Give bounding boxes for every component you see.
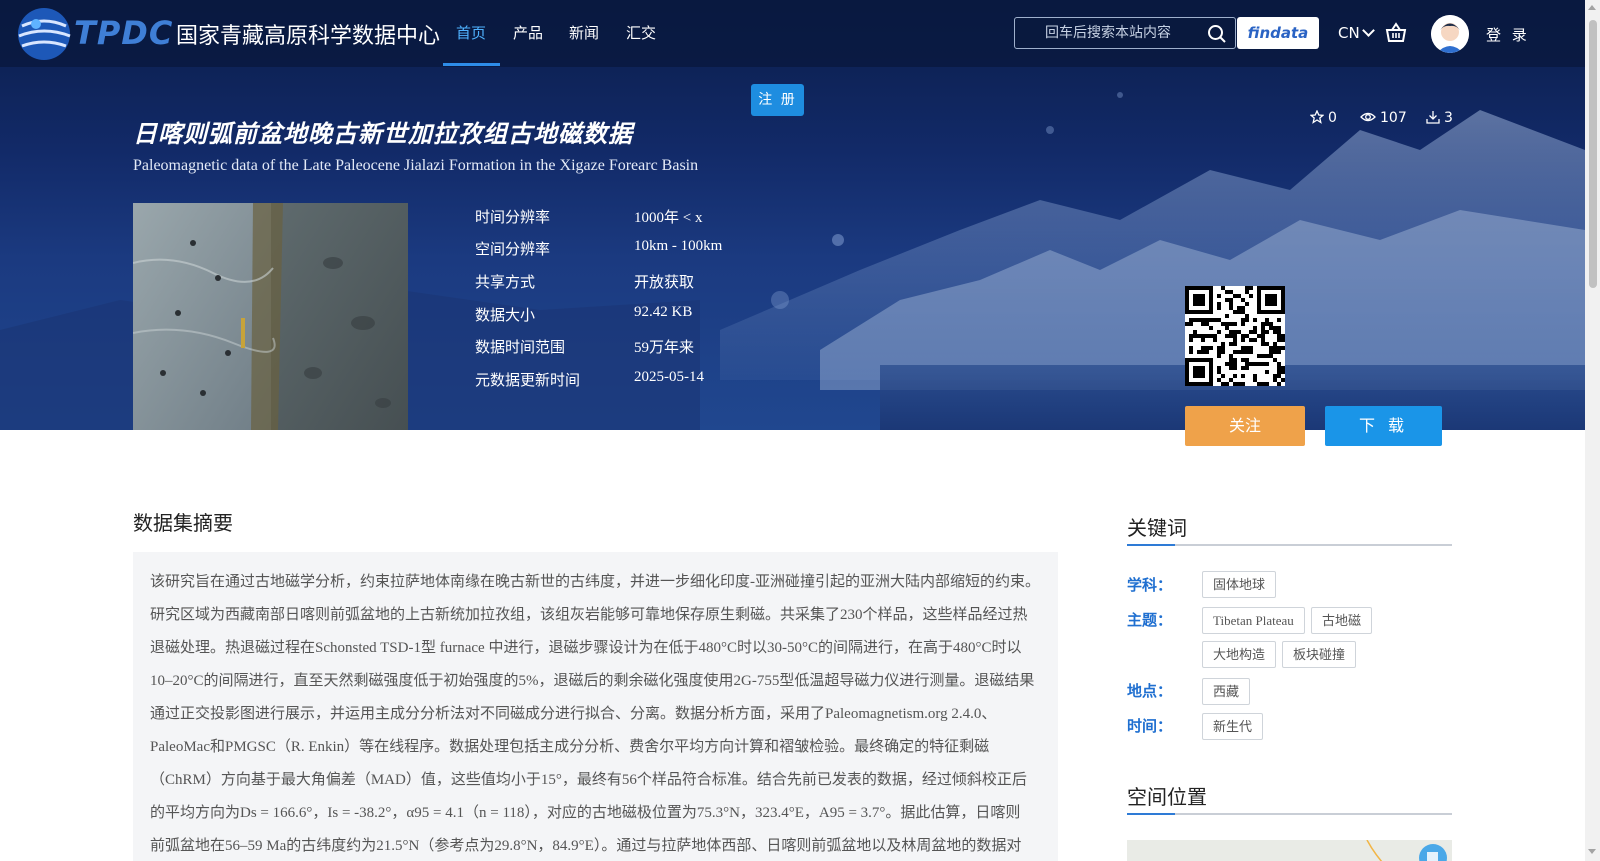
- cart-icon[interactable]: [1385, 22, 1407, 44]
- search-box: [1014, 17, 1236, 49]
- globe-logo-icon[interactable]: [14, 4, 74, 64]
- nav-submit[interactable]: 汇交: [626, 22, 656, 43]
- keyword-tag[interactable]: 古地磁: [1311, 607, 1373, 634]
- abstract-line: PaleoMac和PMGSC（R. Enkin）等在线程序。数据处理包括主成分分…: [150, 739, 990, 755]
- download-button[interactable]: 下 载: [1325, 406, 1442, 446]
- rock-photo-image: [133, 203, 408, 430]
- search-icon[interactable]: [1207, 24, 1227, 44]
- keyword-label-theme: 主题：: [1127, 611, 1173, 629]
- meta-label-time-range: 数据时间范围: [475, 338, 566, 356]
- login-link[interactable]: 登 录: [1486, 24, 1530, 45]
- favorite-count[interactable]: 0: [1309, 109, 1337, 126]
- view-count: 107: [1360, 110, 1407, 126]
- findata-button[interactable]: findata: [1237, 17, 1319, 49]
- view-count-value: 107: [1380, 110, 1407, 126]
- meta-value-data-size: 92.42 KB: [634, 304, 693, 320]
- nav-active-indicator: [443, 63, 500, 66]
- meta-value-update-time: 2025-05-14: [634, 369, 704, 385]
- meta-value-spatial-resolution: 10km - 100km: [634, 238, 723, 254]
- chevron-down-icon: [1361, 24, 1375, 37]
- abstract-line: 10–20°C的间隔进行，直至天然剩磁强度低于初始强度的5%，退磁后的剩余磁化强…: [150, 673, 1035, 689]
- meta-label-data-size: 数据大小: [475, 306, 536, 324]
- language-label: CN: [1338, 24, 1360, 42]
- keyword-tag[interactable]: 固体地球: [1202, 571, 1277, 598]
- map-preview-image: [1366, 840, 1447, 861]
- meta-label-time-resolution: 时间分辨率: [475, 208, 551, 226]
- nav-home[interactable]: 首页: [456, 22, 486, 43]
- nav-news[interactable]: 新闻: [569, 22, 599, 43]
- abstract-line: 通过正交投影图进行展示，并运用主成分分析法对不同磁成分进行拟合、分离。数据分析方…: [150, 706, 997, 722]
- keyword-tag[interactable]: Tibetan Plateau: [1202, 607, 1305, 634]
- keyword-label-place: 地点：: [1127, 682, 1173, 700]
- abstract-line: 该研究旨在通过古地磁学分析，约束拉萨地体南缘在晚古新世的古纬度，并进一步细化印度…: [150, 574, 1041, 590]
- scroll-down-arrow-icon[interactable]: [1588, 849, 1596, 854]
- top-nav-bar: TPDC 国家青藏高原科学数据中心 首页 产品 新闻 汇交 findata CN…: [0, 0, 1585, 67]
- keyword-label-time: 时间：: [1127, 717, 1173, 735]
- dataset-title-en: Paleomagnetic data of the Late Paleocene…: [133, 157, 699, 174]
- meta-label-update-time: 元数据更新时间: [475, 371, 581, 389]
- register-button[interactable]: 注 册: [751, 84, 804, 116]
- favorite-count-value: 0: [1328, 110, 1337, 126]
- keyword-tag[interactable]: 西藏: [1202, 678, 1251, 705]
- logo-abbreviation[interactable]: TPDC: [74, 14, 173, 52]
- avatar[interactable]: [1431, 15, 1469, 53]
- eye-icon: [1360, 112, 1376, 122]
- keyword-label-subject: 学科：: [1127, 576, 1173, 594]
- user-avatar-icon: [1431, 15, 1469, 53]
- keyword-tag[interactable]: 板块碰撞: [1282, 641, 1357, 668]
- logo-site-name[interactable]: 国家青藏高原科学数据中心: [176, 18, 440, 50]
- abstract-line: 研究区域为西藏南部日喀则前弧盆地的上古新统加拉孜组，该组灰岩能够可靠地保存原生剩…: [150, 607, 1028, 623]
- abstract-line: 的平均方向为Ds = 166.6°，Is = -38.2°，α95 = 4.1（…: [150, 805, 1021, 821]
- keywords-title: 关键词: [1127, 516, 1187, 540]
- meta-value-sharing: 开放获取: [634, 275, 695, 291]
- download-count-value: 3: [1444, 110, 1453, 126]
- abstract-title: 数据集摘要: [133, 511, 233, 535]
- meta-value-time-range: 59万年来: [634, 340, 695, 356]
- meta-label-spatial-resolution: 空间分辨率: [475, 240, 551, 258]
- location-title: 空间位置: [1127, 785, 1207, 809]
- scroll-thumb[interactable]: [1589, 20, 1597, 288]
- abstract-line: 退磁处理。热退磁过程在Schonsted TSD-1型 furnace 中进行，…: [150, 640, 1022, 656]
- abstract-line: （ChRM）方向基于最大角偏差（MAD）值，这些值均小于15°，最终有56个样品…: [150, 772, 1027, 788]
- location-map[interactable]: [1127, 840, 1452, 861]
- download-count: 3: [1426, 110, 1453, 126]
- scroll-up-arrow-icon[interactable]: [1588, 5, 1596, 10]
- location-divider: [1127, 813, 1452, 815]
- meta-value-time-resolution: 1000年 < x: [634, 210, 703, 226]
- dataset-title-cn: 日喀则弧前盆地晚古新世加拉孜组古地磁数据: [133, 120, 633, 148]
- keywords-divider: [1127, 544, 1452, 546]
- abstract-panel: 该研究旨在通过古地磁学分析，约束拉萨地体南缘在晚古新世的古纬度，并进一步细化印度…: [133, 552, 1058, 861]
- star-icon: [1309, 109, 1325, 124]
- nav-products[interactable]: 产品: [513, 22, 543, 43]
- meta-label-sharing: 共享方式: [475, 273, 536, 291]
- dataset-thumbnail: [133, 203, 408, 430]
- abstract-text: 该研究旨在通过古地磁学分析，约束拉萨地体南缘在晚古新世的古纬度，并进一步细化印度…: [150, 566, 1041, 861]
- follow-button[interactable]: 关注: [1185, 406, 1305, 446]
- keyword-tag[interactable]: 大地构造: [1202, 641, 1277, 668]
- qr-code-icon: [1185, 286, 1285, 386]
- page-scrollbar[interactable]: [1585, 0, 1600, 861]
- keyword-tag[interactable]: 新生代: [1202, 713, 1264, 740]
- search-input[interactable]: [1015, 18, 1195, 48]
- download-icon: [1426, 111, 1440, 124]
- language-selector[interactable]: CN: [1338, 24, 1375, 42]
- qr-code: [1185, 286, 1285, 386]
- abstract-line: 前弧盆地在56–59 Ma的古纬度约为21.5°N（参考点为29.8°N，84.…: [150, 838, 1022, 854]
